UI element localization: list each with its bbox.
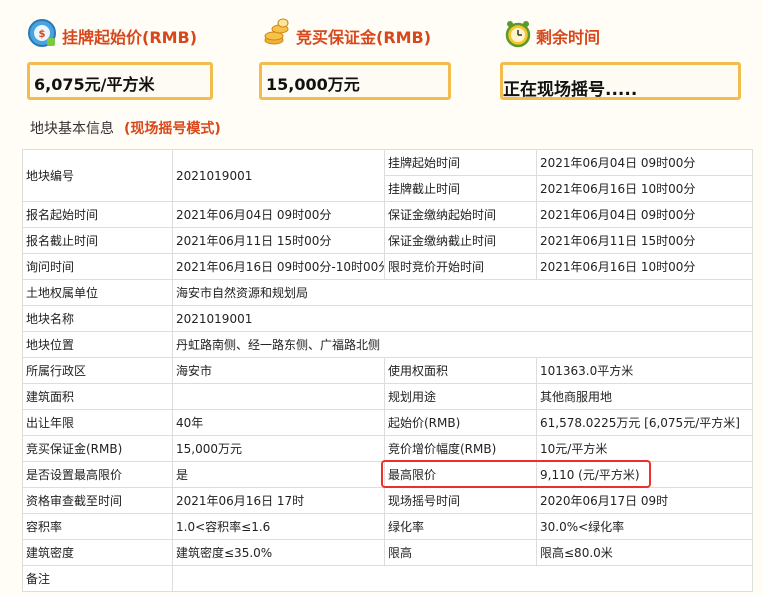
svg-text:$: $ xyxy=(39,29,46,40)
table-row: 出让年限 40年 起始价(RMB) 61,578.0225万元 [6,075元/… xyxy=(22,409,753,436)
max-price-highlight xyxy=(381,460,651,488)
table-row: 建筑密度 建筑密度≤35.0% 限高 限高≤80.0米 xyxy=(22,539,753,566)
table-cell-value: 2021019001 xyxy=(172,149,385,202)
table-cell-value: 2021年06月11日 15时00分 xyxy=(172,227,385,254)
table-cell-label: 竞买保证金(RMB) xyxy=(22,435,173,462)
table-cell-value: 1.0<容积率≤1.6 xyxy=(172,513,385,540)
table-cell-label: 挂牌截止时间 xyxy=(384,175,537,202)
table-row: 资格审查截至时间 2021年06月16日 17时 现场摇号时间 2020年06月… xyxy=(22,487,753,514)
table-cell-label: 保证金缴纳起始时间 xyxy=(384,201,537,228)
table-cell-label: 绿化率 xyxy=(384,513,537,540)
section-title-label: 地块基本信息 xyxy=(30,121,114,137)
remaining-time-title: 剩余时间 xyxy=(536,28,601,47)
deposit-title: 竞买保证金(RMB) xyxy=(296,28,432,47)
table-row: 报名截止时间 2021年06月11日 15时00分 保证金缴纳截止时间 2021… xyxy=(22,227,753,254)
table-cell-label: 报名起始时间 xyxy=(22,201,173,228)
table-row: 竞买保证金(RMB) 15,000万元 竞价增价幅度(RMB) 10元/平方米 xyxy=(22,435,753,462)
table-row: 土地权属单位 海安市自然资源和规划局 xyxy=(22,279,753,306)
start-price-title: 挂牌起始价(RMB) xyxy=(62,28,198,47)
table-cell-value: 2021019001 xyxy=(172,305,753,332)
table-cell-value: 10元/平方米 xyxy=(536,435,753,462)
table-cell-value: 海安市自然资源和规划局 xyxy=(172,279,753,306)
table-row: 地块编号 2021019001 挂牌起始时间 2021年06月04日 09时00… xyxy=(22,149,753,202)
table-cell-label: 地块编号 xyxy=(22,149,173,202)
table-cell-label: 挂牌起始时间 xyxy=(384,149,537,176)
table-cell-label: 容积率 xyxy=(22,513,173,540)
table-cell-value: 101363.0平方米 xyxy=(536,357,753,384)
section-title: 地块基本信息 (现场摇号模式) xyxy=(30,118,221,138)
table-cell-value xyxy=(172,565,753,592)
table-cell-label: 竞价增价幅度(RMB) xyxy=(384,435,537,462)
table-cell-label: 保证金缴纳截止时间 xyxy=(384,227,537,254)
table-cell-value: 建筑密度≤35.0% xyxy=(172,539,385,566)
table-cell-label: 所属行政区 xyxy=(22,357,173,384)
remaining-time-panel: 剩余时间 正在现场摇号..... xyxy=(500,18,742,100)
table-row: 容积率 1.0<容积率≤1.6 绿化率 30.0%<绿化率 xyxy=(22,513,753,540)
table-cell-value: 其他商服用地 xyxy=(536,383,753,410)
table-cell-label: 出让年限 xyxy=(22,409,173,436)
coins-icon xyxy=(262,18,292,48)
table-cell-label: 规划用途 xyxy=(384,383,537,410)
table-cell-value: 2021年06月04日 09时00分 xyxy=(172,201,385,228)
table-cell-label: 建筑密度 xyxy=(22,539,173,566)
table-cell-label: 询问时间 xyxy=(22,253,173,280)
table-cell-value: 2021年06月16日 10时00分 xyxy=(536,253,753,280)
table-cell-label: 限高 xyxy=(384,539,537,566)
table-row: 地块位置 丹虹路南侧、经一路东侧、广福路北侧 xyxy=(22,331,753,358)
alarm-clock-icon xyxy=(503,18,533,48)
table-cell-value: 2021年06月16日 17时 xyxy=(172,487,385,514)
table-row: 备注 xyxy=(22,565,753,592)
table-cell-label: 地块名称 xyxy=(22,305,173,332)
summary-header: $ 挂牌起始价(RMB) 6,075元/平方米 竞买保证金(RMB) 15,00… xyxy=(0,0,763,110)
table-row: 询问时间 2021年06月16日 09时00分-10时00分 限时竞价开始时间 … xyxy=(22,253,753,280)
table-cell-value: 40年 xyxy=(172,409,385,436)
table-row: 建筑面积 规划用途 其他商服用地 xyxy=(22,383,753,410)
table-row: 报名起始时间 2021年06月04日 09时00分 保证金缴纳起始时间 2021… xyxy=(22,201,753,228)
table-row: 所属行政区 海安市 使用权面积 101363.0平方米 xyxy=(22,357,753,384)
table-cell-label: 起始价(RMB) xyxy=(384,409,537,436)
table-cell-label: 资格审查截至时间 xyxy=(22,487,173,514)
land-info-table: 地块编号 2021019001 挂牌起始时间 2021年06月04日 09时00… xyxy=(22,149,753,592)
table-cell-label: 土地权属单位 xyxy=(22,279,173,306)
table-cell-label: 使用权面积 xyxy=(384,357,537,384)
table-cell-value: 2020年06月17日 09时 xyxy=(536,487,753,514)
table-cell-label: 报名截止时间 xyxy=(22,227,173,254)
start-price-value: 6,075元/平方米 xyxy=(27,62,213,100)
remaining-time-value: 正在现场摇号..... xyxy=(500,62,741,100)
table-cell-label: 是否设置最高限价 xyxy=(22,461,173,488)
table-cell-value: 2021年06月16日 10时00分 xyxy=(536,175,753,202)
table-cell-value: 是 xyxy=(172,461,385,488)
table-cell-label: 备注 xyxy=(22,565,173,592)
table-row: 地块名称 2021019001 xyxy=(22,305,753,332)
table-cell-value: 30.0%<绿化率 xyxy=(536,513,753,540)
table-cell-value xyxy=(172,383,385,410)
table-cell-value: 2021年06月11日 15时00分 xyxy=(536,227,753,254)
table-cell-label: 现场摇号时间 xyxy=(384,487,537,514)
table-cell-value: 61,578.0225万元 [6,075元/平方米] xyxy=(536,409,753,436)
deposit-value: 15,000万元 xyxy=(259,62,451,100)
table-cell-label: 限时竞价开始时间 xyxy=(384,253,537,280)
table-cell-value: 15,000万元 xyxy=(172,435,385,462)
deposit-panel: 竞买保证金(RMB) 15,000万元 xyxy=(258,18,454,100)
price-icon: $ xyxy=(27,18,57,48)
table-cell-value: 丹虹路南侧、经一路东侧、广福路北侧 xyxy=(172,331,753,358)
table-cell-label: 地块位置 xyxy=(22,331,173,358)
table-cell-value: 限高≤80.0米 xyxy=(536,539,753,566)
table-cell-value: 2021年06月04日 09时00分 xyxy=(536,149,753,176)
table-cell-value: 海安市 xyxy=(172,357,385,384)
section-mode-label: (现场摇号模式) xyxy=(124,121,221,137)
table-cell-label: 建筑面积 xyxy=(22,383,173,410)
start-price-panel: $ 挂牌起始价(RMB) 6,075元/平方米 xyxy=(27,18,217,100)
table-cell-value: 2021年06月16日 09时00分-10时00分 xyxy=(172,253,385,280)
table-cell-value: 2021年06月04日 09时00分 xyxy=(536,201,753,228)
